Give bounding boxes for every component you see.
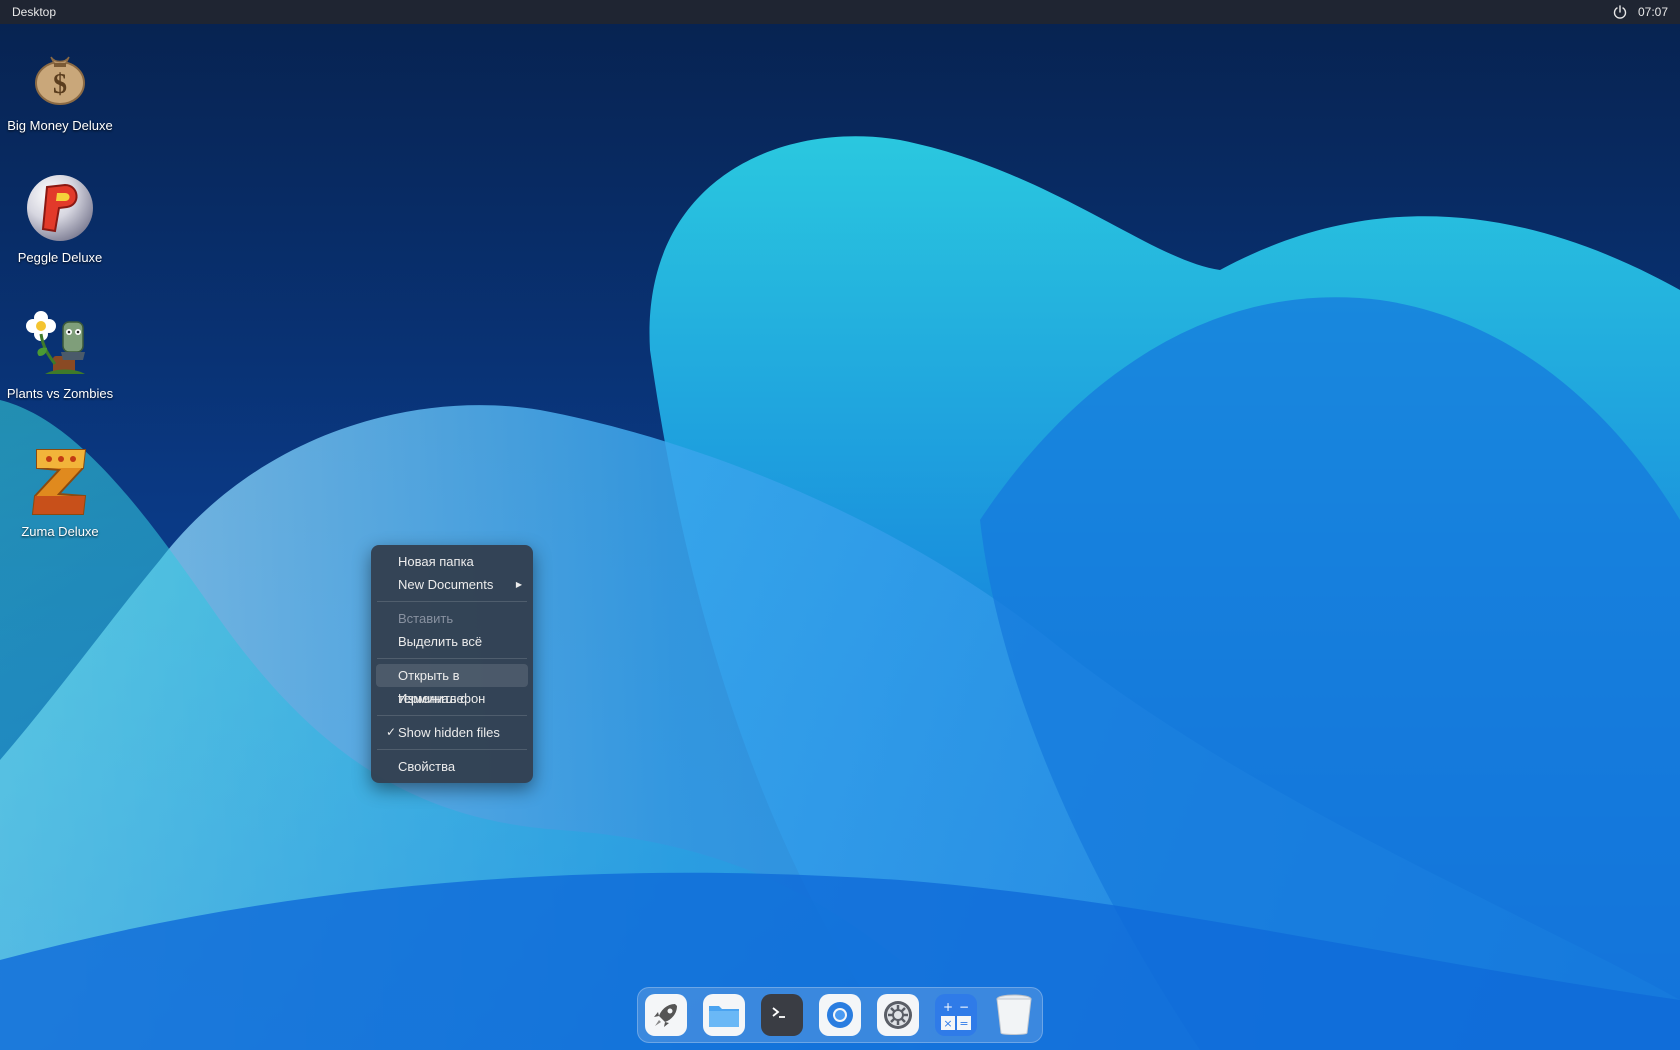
- menu-item-label: New Documents: [398, 577, 494, 592]
- top-panel: Desktop 07:07: [0, 0, 1680, 24]
- checkmark-icon: ✓: [386, 725, 397, 739]
- dock-item-calculator[interactable]: + − × =: [935, 994, 977, 1036]
- menu-item-label: Выделить всё: [398, 634, 483, 649]
- desktop-context-menu: Новая папка New Documents ▶ Вставить Выд…: [371, 545, 533, 783]
- menu-item-properties[interactable]: Свойства: [376, 755, 528, 778]
- peggle-icon: [27, 175, 93, 241]
- menu-item-change-wallpaper[interactable]: Изменить фон: [376, 687, 528, 710]
- svg-text:×: ×: [943, 1017, 952, 1030]
- file-manager-icon: [709, 1006, 739, 1027]
- panel-tray: 07:07: [1612, 4, 1668, 20]
- dock-item-trash[interactable]: [993, 994, 1035, 1036]
- trash-icon: [996, 994, 1032, 1035]
- desktop-icon-zuma[interactable]: Zuma Deluxe: [0, 444, 120, 539]
- menu-item-label: Show hidden files: [398, 725, 500, 740]
- menu-item-show-hidden-files[interactable]: ✓ Show hidden files: [376, 721, 528, 744]
- calculator-icon: + − × =: [941, 1000, 971, 1030]
- menu-item-label: Свойства: [398, 759, 456, 774]
- power-icon[interactable]: [1612, 4, 1628, 20]
- menu-item-label: Вставить: [398, 611, 454, 626]
- desktop-icon-label: Big Money Deluxe: [7, 118, 113, 133]
- svg-text:=: =: [959, 1017, 968, 1030]
- menu-item-new-folder[interactable]: Новая папка: [376, 550, 528, 573]
- dock-item-settings[interactable]: [877, 994, 919, 1036]
- settings-icon: [884, 1001, 912, 1029]
- clock: 07:07: [1637, 5, 1668, 19]
- menu-item-label: Изменить фон: [398, 691, 486, 706]
- desktop-icon-peggle[interactable]: Peggle Deluxe: [0, 170, 120, 265]
- menu-item-paste: Вставить: [376, 607, 528, 630]
- browser-icon: [827, 1002, 853, 1028]
- svg-text:−: −: [959, 1000, 969, 1014]
- zuma-icon: [31, 449, 87, 515]
- desktop-icon-plants-vs-zombies[interactable]: Plants vs Zombies: [0, 306, 120, 401]
- plants-vs-zombies-icon: [26, 311, 85, 374]
- dock-item-launcher[interactable]: [645, 994, 687, 1036]
- dock-item-browser[interactable]: [819, 994, 861, 1036]
- dock: + − × =: [637, 987, 1043, 1043]
- desktop-icon-label: Zuma Deluxe: [21, 524, 99, 539]
- menu-item-new-documents[interactable]: New Documents ▶: [376, 573, 528, 596]
- menu-separator: [377, 658, 527, 659]
- desktop-icon-big-money[interactable]: $ Big Money Deluxe: [0, 38, 120, 133]
- menu-separator: [377, 715, 527, 716]
- menu-item-open-terminal[interactable]: Открыть в терминале: [376, 664, 528, 706]
- launcher-rocket-icon: [654, 1004, 677, 1027]
- submenu-arrow-icon: ▶: [515, 580, 522, 589]
- wallpaper: [0, 0, 1680, 1050]
- terminal-icon: [772, 1007, 785, 1018]
- menu-item-label: Новая папка: [398, 554, 474, 569]
- svg-text:+: +: [943, 1000, 953, 1014]
- dock-item-files[interactable]: [703, 994, 745, 1036]
- money-bag-icon: $: [35, 56, 85, 105]
- desktop-icon-label: Peggle Deluxe: [17, 250, 103, 265]
- menu-separator: [377, 601, 527, 602]
- dock-item-terminal[interactable]: [761, 994, 803, 1036]
- svg-text:$: $: [53, 69, 67, 100]
- menu-item-select-all[interactable]: Выделить всё: [376, 630, 528, 653]
- panel-title: Desktop: [12, 5, 57, 19]
- desktop-icon-label: Plants vs Zombies: [6, 386, 114, 401]
- menu-separator: [377, 749, 527, 750]
